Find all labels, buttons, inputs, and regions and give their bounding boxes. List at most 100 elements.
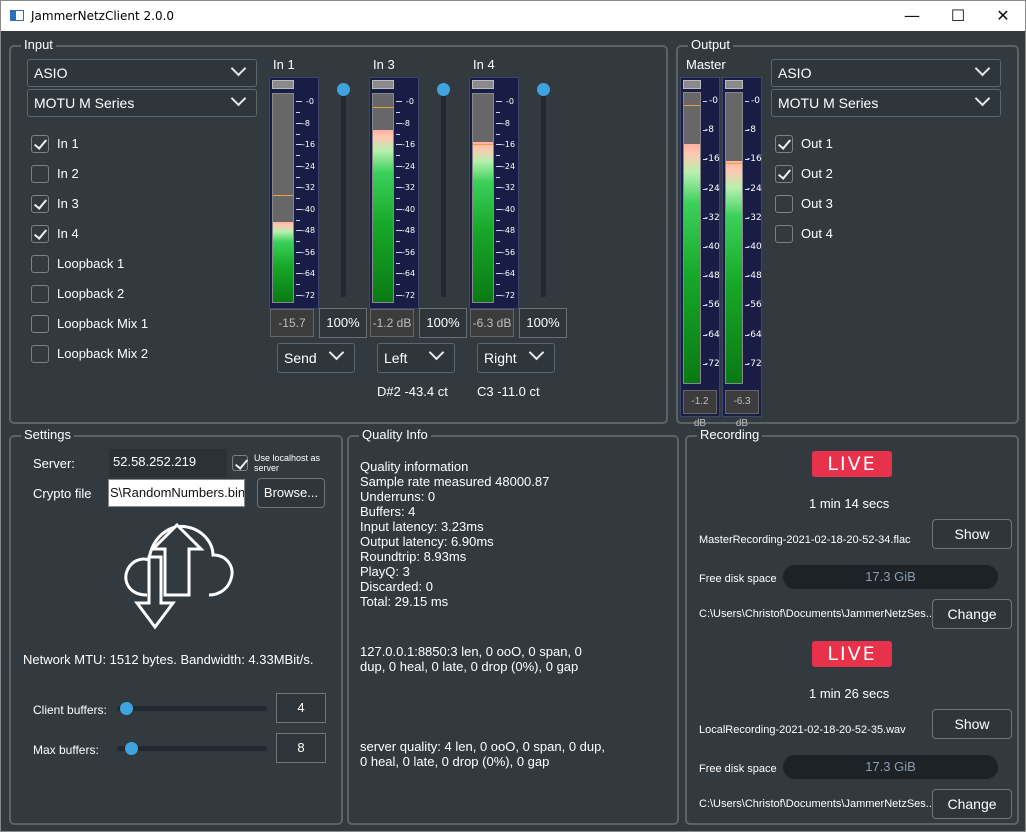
max-buffers-slider[interactable] — [117, 742, 267, 755]
client-buffers-value[interactable]: 4 — [276, 693, 326, 723]
chevron-down-icon — [328, 344, 345, 361]
meter-background — [684, 93, 700, 146]
output-device-type-dropdown[interactable]: ASIO — [771, 59, 1001, 87]
server-input[interactable]: 52.58.252.219 — [109, 449, 227, 477]
output-device-dropdown[interactable]: MOTU M Series — [771, 89, 1001, 117]
channel-checkbox[interactable]: Out 1 — [775, 134, 915, 154]
volume-percent[interactable]: 100% — [319, 308, 367, 338]
scale-label: -48 — [705, 271, 720, 282]
max-buffers-label: Max buffers: — [33, 743, 99, 757]
target-value: Left — [384, 350, 408, 366]
channel-checkbox[interactable]: Out 2 — [775, 164, 915, 184]
change-path-button[interactable]: Change — [932, 599, 1012, 629]
checkbox-box[interactable] — [31, 255, 49, 273]
input-device-type-value: ASIO — [34, 65, 68, 81]
channel-checkbox[interactable]: In 1 — [31, 134, 171, 154]
checkbox-box[interactable] — [31, 345, 49, 363]
checkbox-box[interactable] — [31, 165, 49, 183]
volume-slider-handle[interactable] — [537, 83, 550, 96]
minimize-button[interactable]: — — [889, 1, 935, 31]
scale-tick-minor — [396, 155, 400, 156]
level-db-readout: -6.3 dB — [470, 309, 514, 337]
maximize-button[interactable]: ☐ — [935, 1, 981, 31]
checkbox-box[interactable] — [31, 315, 49, 333]
scale-tick — [745, 101, 749, 102]
checkbox-box[interactable] — [31, 285, 49, 303]
target-dropdown[interactable]: Send — [277, 343, 355, 373]
level-db-readout: -1.2 dB — [370, 309, 414, 337]
scale-label: -72 — [402, 290, 416, 300]
recording-panel: Recording LIVE 1 min 14 secs MasterRecordi… — [685, 427, 1019, 825]
channel-label: In 3 — [57, 196, 79, 211]
checkbox-box[interactable] — [775, 225, 793, 243]
show-recording-button[interactable]: Show — [932, 519, 1012, 549]
scale-tick-minor — [496, 198, 500, 199]
client-buffers-label: Client buffers: — [33, 703, 107, 717]
checkbox-box[interactable] — [775, 165, 793, 183]
volume-slider-handle[interactable] — [337, 83, 350, 96]
meter-level — [726, 161, 742, 383]
channel-checkbox[interactable]: Out 3 — [775, 194, 915, 214]
scale-tick-minor — [296, 112, 300, 113]
use-localhost-checkbox[interactable] — [232, 454, 252, 474]
channel-checkbox[interactable]: Out 4 — [775, 224, 915, 244]
browse-button[interactable]: Browse... — [257, 478, 325, 508]
volume-slider[interactable] — [337, 83, 350, 297]
show-recording-button[interactable]: Show — [932, 709, 1012, 739]
use-localhost-checkbox-box[interactable] — [232, 455, 248, 471]
target-dropdown[interactable]: Left — [377, 343, 455, 373]
checkbox-box[interactable] — [775, 195, 793, 213]
checkbox-box[interactable] — [31, 135, 49, 153]
channel-checkbox[interactable]: Loopback 1 — [31, 254, 171, 274]
channel-checkbox[interactable]: Loopback Mix 2 — [31, 344, 171, 364]
channel-label: Loopback 2 — [57, 286, 125, 301]
checkbox-box[interactable] — [31, 195, 49, 213]
checkbox-box[interactable] — [775, 135, 793, 153]
channel-checkbox[interactable]: In 4 — [31, 224, 171, 244]
scale-label: -16 — [302, 140, 316, 149]
channel-checkbox[interactable]: Loopback 2 — [31, 284, 171, 304]
max-buffers-slider-handle[interactable] — [125, 742, 138, 755]
volume-slider[interactable] — [437, 83, 450, 297]
meter-scale: -0 -8 -16 -24 -32 -40 -48 -56 -64 -72 — [745, 92, 763, 384]
crypto-file-input[interactable]: S\RandomNumbers.bin — [108, 479, 245, 507]
close-button[interactable]: ✕ — [980, 1, 1026, 31]
scale-tick-minor — [296, 284, 300, 285]
volume-slider-handle[interactable] — [437, 83, 450, 96]
scale-label: -0 — [406, 97, 414, 106]
max-buffers-value[interactable]: 8 — [276, 733, 326, 763]
target-dropdown[interactable]: Right — [477, 343, 555, 373]
chevron-down-icon — [528, 344, 545, 361]
channel-label: Out 1 — [801, 136, 833, 151]
strip-meter-frame: -0 -8 -16 -24 -32 -40 -48 -56 -64 -72 — [369, 77, 419, 309]
meter-bar — [372, 93, 394, 303]
server-label: Server: — [33, 456, 75, 471]
volume-slider[interactable] — [537, 83, 550, 297]
change-path-button[interactable]: Change — [932, 789, 1012, 819]
volume-percent[interactable]: 100% — [519, 308, 567, 338]
input-device-dropdown[interactable]: MOTU M Series — [27, 89, 257, 117]
scale-label: -24 — [402, 161, 416, 171]
scale-label: -32 — [302, 183, 316, 192]
scale-tick-minor — [396, 262, 400, 264]
meter-clip-indicator — [683, 80, 701, 89]
channel-checkbox[interactable]: In 3 — [31, 194, 171, 214]
client-buffers-slider[interactable] — [117, 702, 267, 715]
scale-tick — [703, 101, 707, 102]
scale-label: -16 — [705, 154, 720, 165]
quality-info-text: Quality information Sample rate measured… — [360, 459, 550, 609]
recording-duration: 1 min 26 secs — [809, 686, 890, 701]
client-buffers-slider-handle[interactable] — [120, 702, 133, 715]
scale-label: -8 — [502, 118, 510, 128]
window-title: JammerNetzClient 2.0.0 — [31, 9, 175, 23]
scale-tick-minor — [296, 262, 300, 264]
meter-level — [273, 222, 293, 302]
input-device-type-dropdown[interactable]: ASIO — [27, 59, 257, 87]
channel-checkbox[interactable]: In 2 — [31, 164, 171, 184]
meter-peak-marker — [373, 107, 393, 108]
checkbox-box[interactable] — [31, 225, 49, 243]
channel-checkbox[interactable]: Loopback Mix 1 — [31, 314, 171, 334]
scale-label: -64 — [402, 269, 416, 278]
volume-percent[interactable]: 100% — [419, 308, 467, 338]
scale-label: -8 — [705, 125, 714, 136]
